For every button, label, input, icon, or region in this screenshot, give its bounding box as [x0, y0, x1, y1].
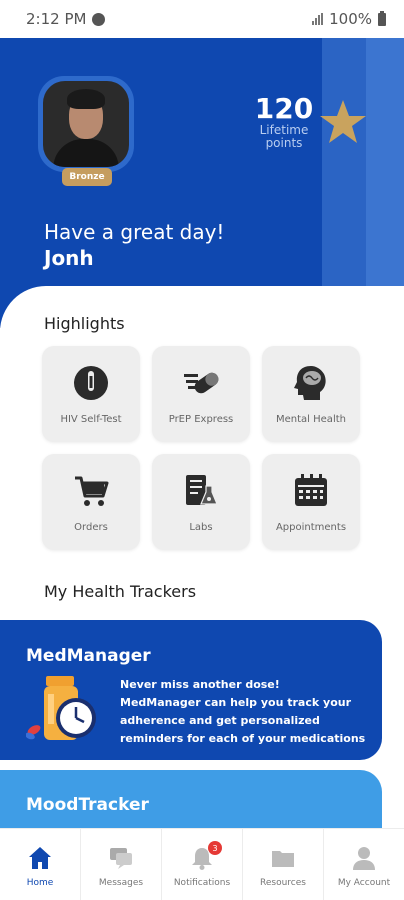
status-time: 2:12 PM: [26, 10, 87, 28]
user-name: Jonh: [44, 246, 94, 270]
lab-flask-icon: [186, 475, 218, 505]
notification-count-badge: 3: [208, 841, 222, 855]
tile-mental-health[interactable]: Mental Health: [262, 346, 360, 442]
hero-stripe: [366, 38, 404, 328]
tile-prep-express[interactable]: PrEP Express: [152, 346, 250, 442]
moodtracker-title: MoodTracker: [26, 795, 149, 815]
nav-notifications[interactable]: 3 Notifications: [162, 829, 243, 900]
points-label-line2: points: [265, 136, 303, 150]
medmanager-card[interactable]: MedManager Never miss another dose! MedM…: [0, 620, 382, 760]
chat-icon: [110, 848, 132, 869]
battery-icon: [378, 10, 386, 26]
folder-icon: [272, 851, 294, 867]
nav-label: Notifications: [173, 878, 231, 888]
tile-labs[interactable]: Labs: [152, 454, 250, 550]
tile-appointments[interactable]: Appointments: [262, 454, 360, 550]
tile-label: Labs: [189, 522, 213, 533]
battery-percent: 100%: [329, 10, 372, 28]
points-display[interactable]: 120 Lifetime points: [244, 94, 324, 150]
nav-label: Messages: [98, 878, 144, 888]
tile-label: Orders: [74, 522, 108, 533]
pill-icon: [184, 372, 219, 394]
highlights-title: Highlights: [44, 314, 125, 333]
highlights-grid: HIV Self-Test PrEP Express Mental Health: [42, 346, 364, 550]
signal-icon: [312, 13, 324, 25]
avatar-photo: [43, 81, 129, 167]
medmanager-headline: Never miss another dose!: [120, 678, 280, 691]
brain-head-icon: [294, 366, 326, 400]
profile-hero: Bronze 120 Lifetime points Have a great …: [0, 38, 404, 328]
tile-label: Appointments: [275, 522, 347, 533]
nav-label: My Account: [337, 878, 391, 888]
pill-bottle-clock-icon: [26, 676, 96, 740]
nav-messages[interactable]: Messages: [81, 829, 162, 900]
nav-home[interactable]: Home: [0, 829, 81, 900]
spotify-icon: [92, 12, 106, 26]
nav-label: Resources: [260, 878, 306, 888]
tile-label: PrEP Express: [168, 414, 234, 425]
user-icon: [353, 847, 375, 870]
tile-label: HIV Self-Test: [60, 414, 122, 425]
status-bar: 2:12 PM 100%: [0, 0, 404, 38]
nav-resources[interactable]: Resources: [243, 829, 324, 900]
cart-icon: [75, 476, 109, 506]
bottom-nav: Home Messages 3 Notifications Resources …: [0, 828, 404, 900]
star-icon: [320, 100, 366, 143]
tile-label: Mental Health: [276, 414, 346, 425]
tier-badge: Bronze: [62, 168, 112, 186]
nav-my-account[interactable]: My Account: [324, 829, 404, 900]
health-trackers-title: My Health Trackers: [44, 582, 197, 601]
avatar[interactable]: [38, 76, 134, 172]
nav-label: Home: [26, 878, 54, 888]
tile-hiv-self-test[interactable]: HIV Self-Test: [42, 346, 140, 442]
calendar-icon: [295, 474, 327, 506]
medmanager-title: MedManager: [26, 646, 151, 666]
greeting-text: Have a great day!: [44, 220, 225, 244]
test-stick-icon: [74, 366, 108, 400]
tile-orders[interactable]: Orders: [42, 454, 140, 550]
medmanager-description: MedManager can help you track your adher…: [120, 696, 366, 745]
points-value: 120: [254, 92, 314, 125]
home-icon: [29, 847, 51, 869]
